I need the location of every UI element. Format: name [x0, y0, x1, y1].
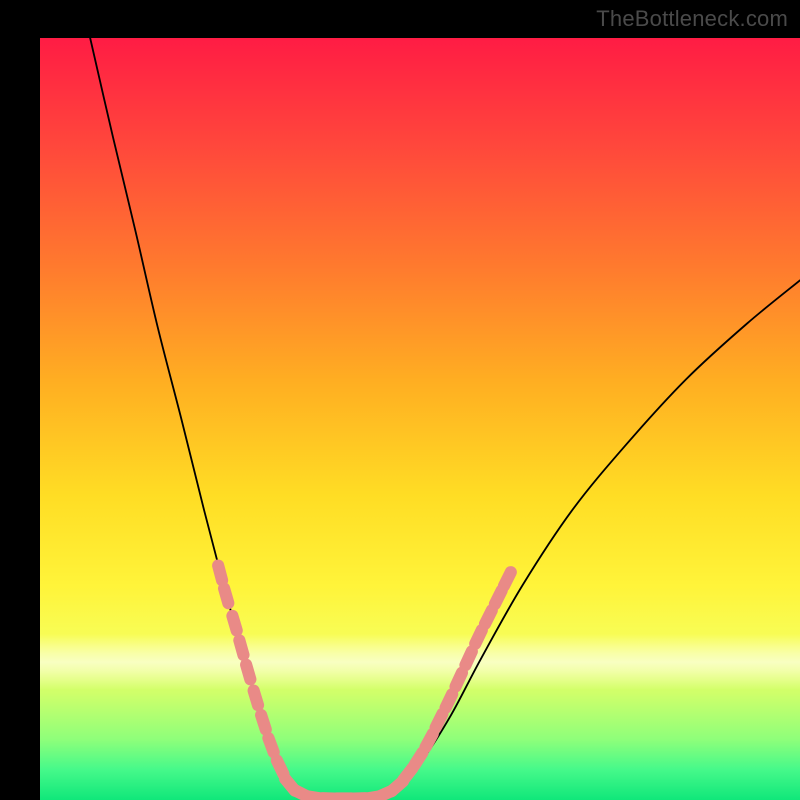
- chart-container: TheBottleneck.com: [0, 0, 800, 800]
- marker-bead: [456, 673, 462, 687]
- marker-bead: [254, 691, 258, 706]
- curve-markers: [40, 38, 800, 800]
- marker-bead: [391, 781, 402, 791]
- marker-bead: [285, 779, 295, 791]
- marker-bead: [378, 791, 392, 797]
- marker-bead: [465, 651, 471, 665]
- marker-bead: [403, 768, 412, 780]
- marker-bead: [268, 738, 273, 752]
- marker-bead: [364, 796, 379, 798]
- marker-bead: [277, 760, 284, 774]
- marker-bead: [218, 566, 222, 581]
- marker-bead: [475, 630, 482, 644]
- marker-bead: [224, 588, 228, 603]
- marker-bead: [495, 590, 502, 604]
- marker-bead: [485, 610, 492, 624]
- plot-area: [40, 38, 800, 800]
- marker-bead: [246, 665, 250, 680]
- marker-bead: [414, 752, 422, 765]
- marker-bead: [426, 734, 433, 747]
- marker-bead: [295, 790, 309, 797]
- highlight-band: [40, 634, 800, 690]
- marker-bead: [232, 616, 236, 631]
- marker-bead: [436, 714, 443, 728]
- marker-bead: [504, 572, 511, 586]
- watermark-text: TheBottleneck.com: [596, 6, 788, 32]
- marker-bead: [446, 694, 453, 708]
- bottleneck-curve: [40, 38, 800, 800]
- marker-bead: [308, 796, 323, 798]
- marker-bead: [239, 640, 243, 655]
- marker-bead: [261, 715, 266, 730]
